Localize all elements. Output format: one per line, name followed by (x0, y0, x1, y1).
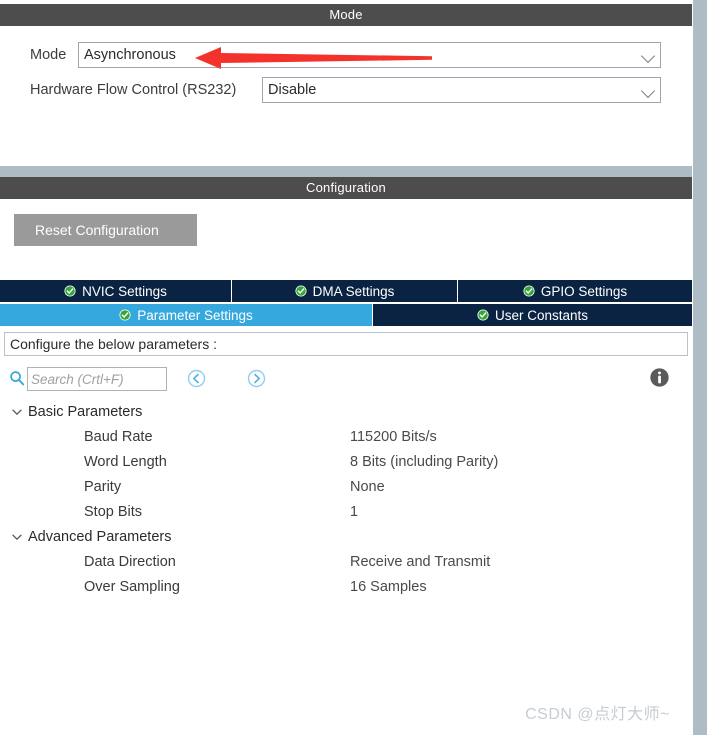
tab-user-constants[interactable]: User Constants (373, 304, 692, 326)
tab-dma-settings[interactable]: DMA Settings (232, 280, 458, 302)
mode-panel: Mode Mode Asynchronous Hardware Flow Con… (0, 4, 692, 166)
chevron-down-icon (638, 77, 660, 103)
param-value: Receive and Transmit (350, 553, 491, 570)
tab-row-secondary: Parameter Settings User Constants (0, 304, 692, 326)
vertical-scrollbar[interactable] (692, 0, 707, 735)
param-name: Word Length (84, 453, 167, 470)
tab-user-constants-label: User Constants (494, 307, 589, 323)
param-row-baud-rate[interactable]: Baud Rate 115200 Bits/s (0, 424, 692, 449)
tab-gpio-settings-label: GPIO Settings (540, 283, 628, 299)
parameter-search-row (0, 364, 692, 394)
csdn-watermark: CSDN @点灯大师~ (525, 706, 670, 723)
param-value: None (350, 478, 385, 495)
search-icon (10, 371, 25, 386)
param-value: 115200 Bits/s (350, 428, 437, 445)
param-name: Baud Rate (84, 428, 153, 445)
tab-parameter-settings[interactable]: Parameter Settings (0, 304, 373, 326)
hardware-flow-control-combobox[interactable]: Disable (262, 77, 661, 103)
chevron-down-icon (12, 409, 22, 415)
configure-parameters-hint: Configure the below parameters : (4, 332, 688, 356)
tree-group-label: Basic Parameters (28, 403, 143, 420)
tab-gpio-settings[interactable]: GPIO Settings (458, 280, 692, 302)
mode-panel-body: Mode Asynchronous Hardware Flow Control … (0, 26, 692, 166)
param-value: 8 Bits (including Parity) (350, 453, 499, 470)
hardware-flow-control-field-row: Hardware Flow Control (RS232) Disable (0, 77, 692, 103)
hardware-flow-control-value: Disable (268, 82, 317, 98)
tab-nvic-settings[interactable]: NVIC Settings (0, 280, 232, 302)
param-name: Data Direction (84, 553, 176, 570)
circle-right-arrow-icon[interactable] (247, 369, 266, 388)
hardware-flow-control-label: Hardware Flow Control (RS232) (30, 82, 237, 98)
circle-left-arrow-icon[interactable] (187, 369, 206, 388)
configuration-panel-body: Reset Configuration NVIC Settings DMA Se… (0, 199, 692, 735)
reset-configuration-button[interactable]: Reset Configuration (14, 214, 197, 246)
tab-row-primary: NVIC Settings DMA Settings GPIO Settings (0, 280, 692, 302)
tab-dma-settings-label: DMA Settings (312, 283, 395, 299)
tree-group-label: Advanced Parameters (28, 528, 172, 545)
info-icon[interactable] (649, 367, 670, 388)
param-value: 16 Samples (350, 578, 427, 595)
search-input[interactable] (27, 367, 167, 391)
configuration-tab-strip: NVIC Settings DMA Settings GPIO Settings… (0, 280, 692, 326)
chevron-down-icon (638, 42, 660, 68)
tree-group-basic-parameters[interactable]: Basic Parameters (0, 399, 692, 424)
tree-group-advanced-parameters[interactable]: Advanced Parameters (0, 524, 692, 549)
param-row-data-direction[interactable]: Data Direction Receive and Transmit (0, 549, 692, 574)
check-circle-icon (64, 285, 76, 297)
mode-field-label: Mode (30, 47, 67, 63)
check-circle-icon (477, 309, 489, 321)
check-circle-icon (295, 285, 307, 297)
mode-field-row: Mode Asynchronous (0, 42, 692, 68)
configuration-panel-title: Configuration (0, 177, 692, 199)
check-circle-icon (523, 285, 535, 297)
param-name: Parity (84, 478, 122, 495)
parameter-tree: Basic Parameters Baud Rate 115200 Bits/s… (0, 399, 692, 599)
param-row-word-length[interactable]: Word Length 8 Bits (including Parity) (0, 449, 692, 474)
param-value: 1 (350, 503, 359, 520)
tab-nvic-settings-label: NVIC Settings (82, 283, 167, 299)
tab-parameter-settings-label: Parameter Settings (137, 307, 253, 323)
mode-combobox-value: Asynchronous (84, 47, 176, 63)
mode-panel-title: Mode (0, 4, 692, 26)
param-row-stop-bits[interactable]: Stop Bits 1 (0, 499, 692, 524)
chevron-down-icon (12, 534, 22, 540)
param-row-over-sampling[interactable]: Over Sampling 16 Samples (0, 574, 692, 599)
param-name: Stop Bits (84, 503, 143, 520)
cubemx-peripheral-config-pane: Mode Mode Asynchronous Hardware Flow Con… (0, 0, 707, 735)
param-name: Over Sampling (84, 578, 180, 595)
configuration-panel: Configuration Reset Configuration NVIC S… (0, 177, 692, 735)
panel-separator (0, 167, 707, 177)
check-circle-icon (119, 309, 131, 321)
mode-combobox[interactable]: Asynchronous (78, 42, 661, 68)
param-row-parity[interactable]: Parity None (0, 474, 692, 499)
